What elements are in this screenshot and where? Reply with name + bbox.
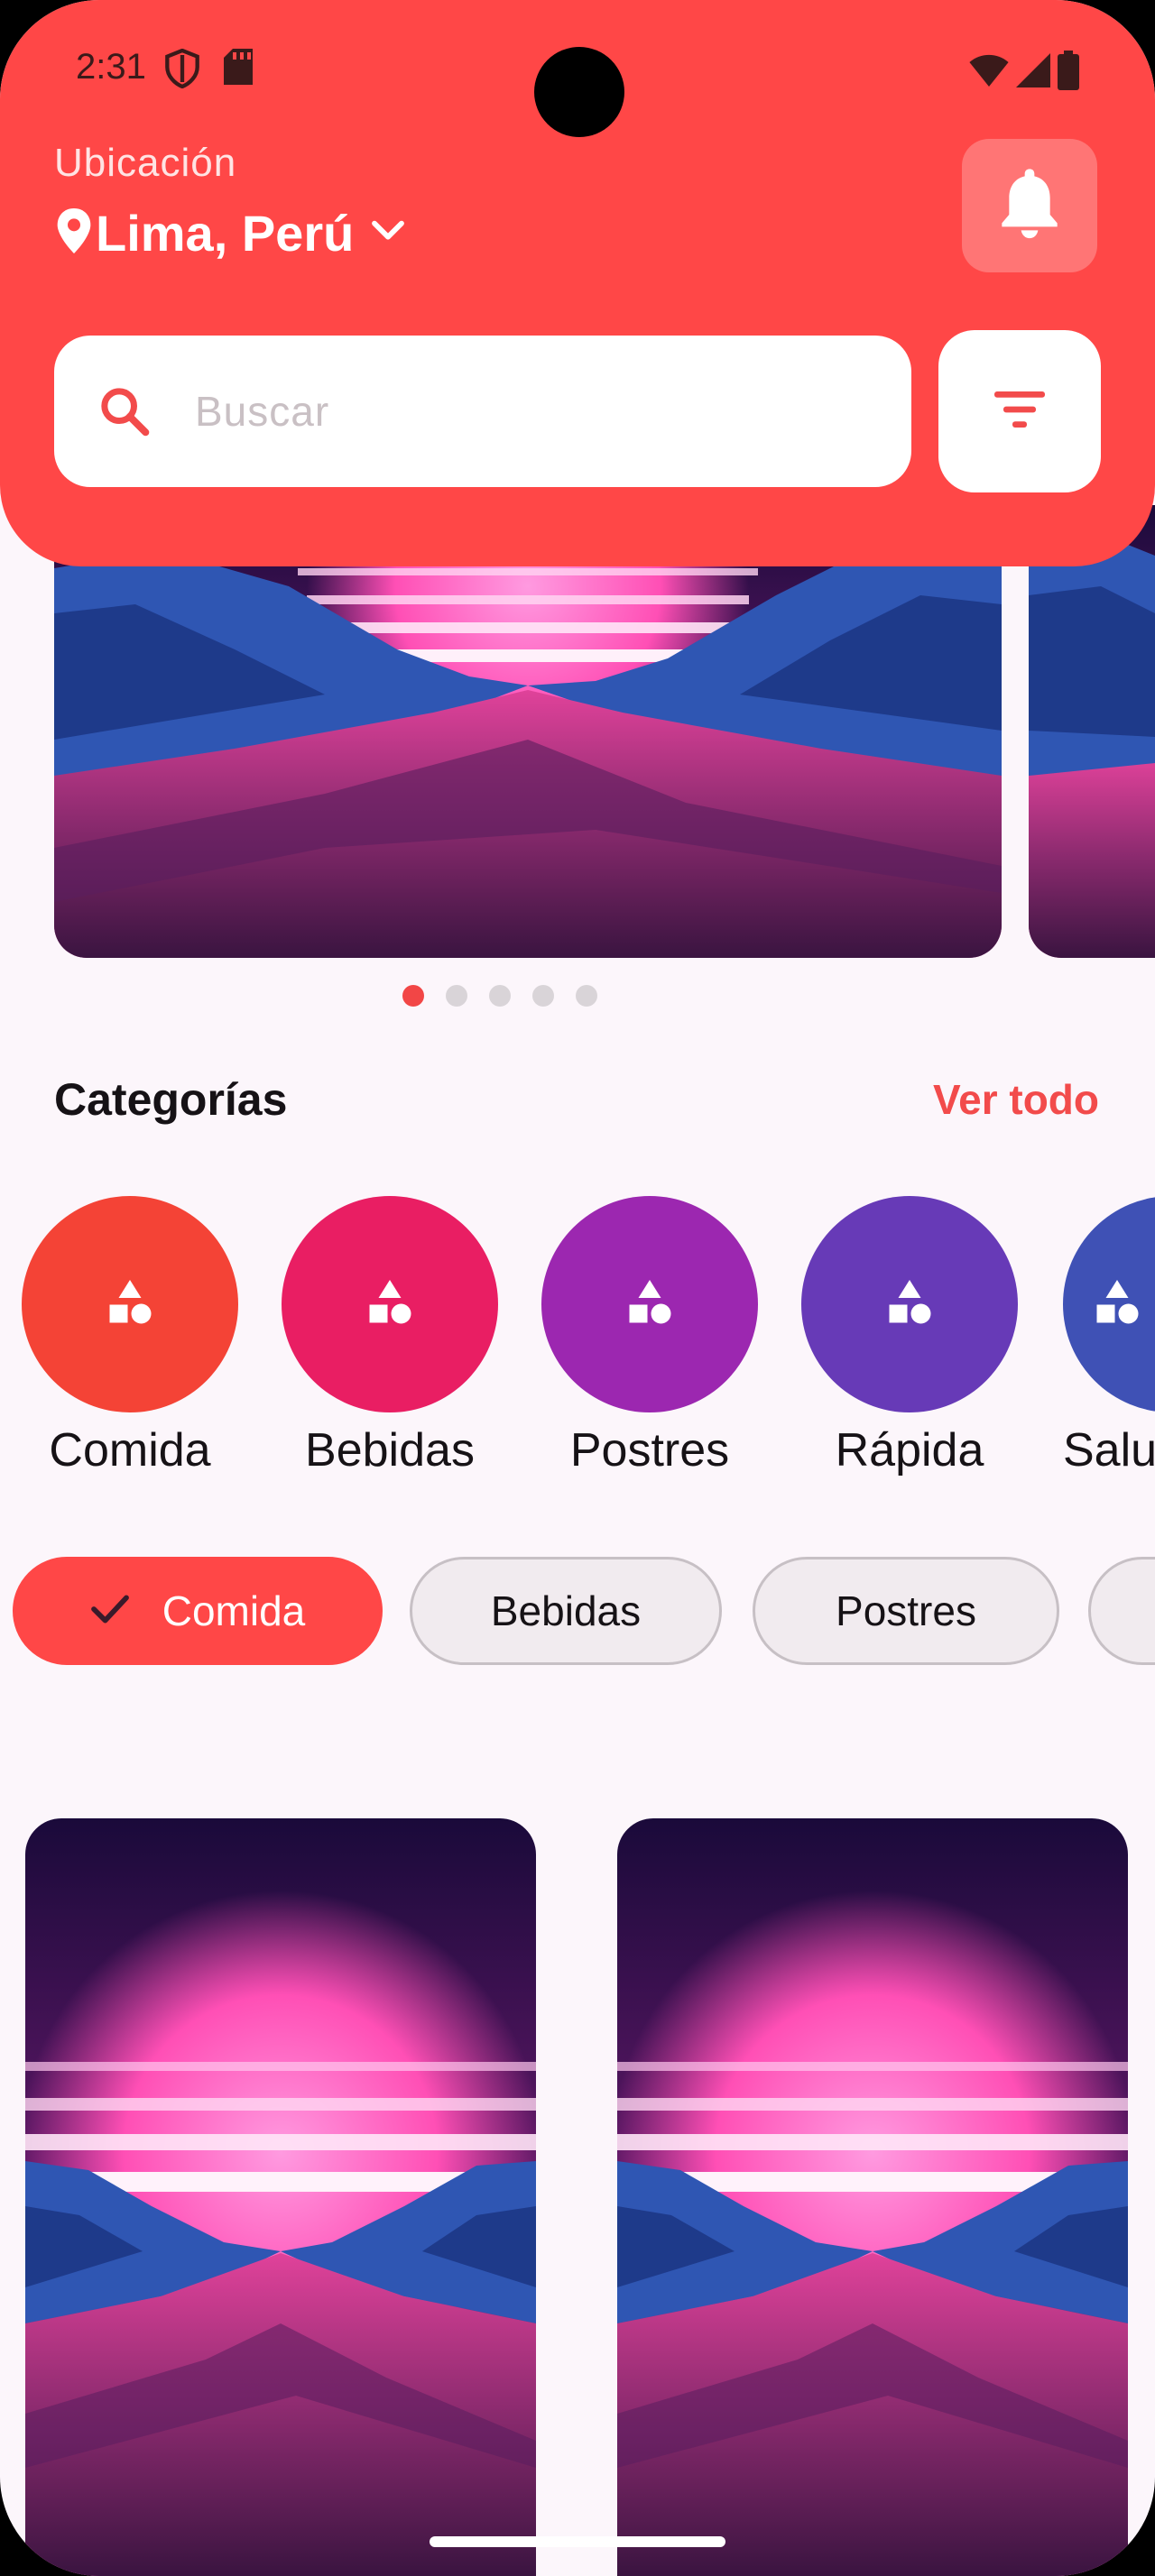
bell-icon [1001, 168, 1058, 244]
category-label: Bebidas [305, 1424, 475, 1477]
filter-chip-partial[interactable] [1088, 1557, 1155, 1665]
category-label: Salu [1063, 1424, 1155, 1477]
chip-label: Comida [162, 1587, 306, 1634]
category-circle [282, 1196, 498, 1412]
status-time: 2:31 [76, 47, 146, 87]
product-image [617, 1818, 1128, 2576]
chip-label: Postres [836, 1587, 976, 1634]
wifi-icon [969, 54, 1009, 91]
product-card[interactable] [25, 1818, 536, 2576]
location-caption: Ubicación [54, 141, 237, 185]
gesture-nav-handle[interactable] [430, 2536, 725, 2547]
search-input[interactable] [195, 387, 827, 436]
header: 2:31 Ubicación Lima, Perú Buscar [0, 0, 1155, 566]
carousel-dot[interactable] [532, 985, 554, 1007]
see-all-link[interactable]: Ver todo [933, 1075, 1099, 1124]
chevron-down-icon [370, 217, 406, 249]
search-bar[interactable] [54, 336, 911, 487]
check-icon [90, 1587, 130, 1635]
battery-icon [1058, 51, 1079, 95]
carousel-dot[interactable] [489, 985, 511, 1007]
category-circle [801, 1196, 1018, 1412]
filter-chip-row: Comida Bebidas Postres [13, 1557, 1155, 1665]
signal-icon [1016, 53, 1050, 92]
category-item[interactable]: Salu [1063, 1196, 1155, 1477]
banner-image [1029, 505, 1155, 958]
chip-label: Bebidas [490, 1587, 642, 1634]
filter-button[interactable] [938, 330, 1101, 492]
category-item[interactable]: Comida [22, 1196, 238, 1477]
category-label: Postres [569, 1424, 730, 1477]
product-image [25, 1818, 536, 2576]
carousel-banner[interactable] [54, 505, 1002, 958]
section-title: Categorías [54, 1074, 288, 1125]
category-item[interactable]: Bebidas [282, 1196, 498, 1477]
search-icon [90, 386, 159, 437]
category-icon [1090, 1275, 1144, 1334]
filter-chip-selected[interactable]: Comida [13, 1557, 383, 1665]
category-icon [103, 1275, 157, 1334]
category-label: Rápida [835, 1424, 984, 1477]
category-icon [882, 1275, 937, 1334]
app-screen: 2:31 Ubicación Lima, Perú Buscar Categor… [0, 0, 1155, 2576]
shield-icon [164, 48, 200, 93]
status-icons [969, 51, 1079, 95]
filter-chip[interactable]: Postres [753, 1557, 1059, 1665]
category-circle [1063, 1196, 1155, 1412]
location-value: Lima, Perú [96, 205, 355, 262]
filter-chip[interactable]: Bebidas [410, 1557, 722, 1665]
category-item[interactable]: Postres [541, 1196, 758, 1477]
carousel-dot[interactable] [402, 985, 424, 1007]
banner-image [54, 505, 1002, 958]
camera-cutout [534, 47, 624, 137]
category-label: Comida [49, 1424, 211, 1477]
category-list: Comida Bebidas Postres Rápida Salu [22, 1196, 1155, 1503]
category-icon [363, 1275, 417, 1334]
category-circle [541, 1196, 758, 1412]
product-card[interactable] [617, 1818, 1128, 2576]
category-icon [623, 1275, 677, 1334]
filter-icon [993, 390, 1047, 434]
carousel-dot[interactable] [446, 985, 467, 1007]
location-pin-icon [56, 208, 92, 258]
location-selector[interactable]: Lima, Perú [56, 204, 406, 262]
category-circle [22, 1196, 238, 1412]
sd-card-icon [224, 49, 253, 89]
notifications-button[interactable] [962, 139, 1097, 272]
carousel-dot[interactable] [576, 985, 597, 1007]
carousel-banner-next[interactable] [1029, 505, 1155, 958]
carousel-indicator [402, 985, 597, 1007]
category-item[interactable]: Rápida [801, 1196, 1018, 1477]
